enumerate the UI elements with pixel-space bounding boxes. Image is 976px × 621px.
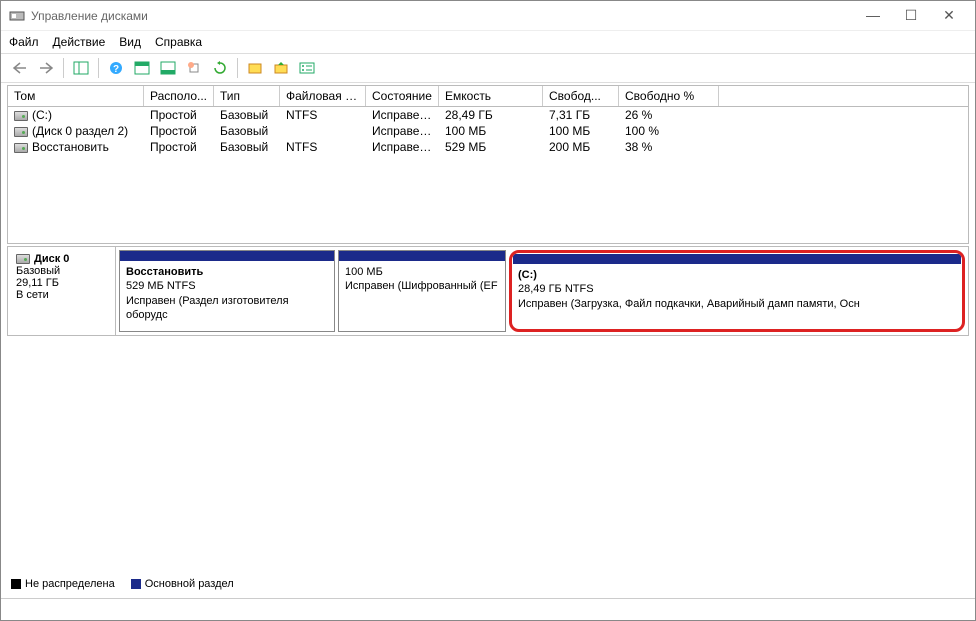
toolbar-separator bbox=[63, 58, 64, 78]
col-status[interactable]: Состояние bbox=[366, 86, 439, 106]
partition-status: Исправен (Шифрованный (EF bbox=[345, 279, 499, 293]
table-header: Том Располо... Тип Файловая с... Состоян… bbox=[8, 86, 968, 107]
table-row[interactable]: (C:)ПростойБазовыйNTFSИсправен...28,49 Г… bbox=[8, 107, 968, 123]
menu-help[interactable]: Справка bbox=[155, 35, 202, 49]
refresh-button[interactable] bbox=[209, 57, 231, 79]
partition-recovery[interactable]: Восстановить 529 МБ NTFS Исправен (Разде… bbox=[119, 250, 335, 332]
col-layout[interactable]: Располо... bbox=[144, 86, 214, 106]
settings-top-button[interactable] bbox=[131, 57, 153, 79]
disk-info[interactable]: Диск 0 Базовый 29,11 ГБ В сети bbox=[8, 247, 116, 335]
partitions: Восстановить 529 МБ NTFS Исправен (Разде… bbox=[116, 247, 968, 335]
partition-efi[interactable]: 100 МБ Исправен (Шифрованный (EF bbox=[338, 250, 506, 332]
menubar: Файл Действие Вид Справка bbox=[1, 31, 975, 53]
drive-icon bbox=[14, 127, 28, 137]
partition-status: Исправен (Раздел изготовителя оборудс bbox=[126, 294, 328, 323]
col-type[interactable]: Тип bbox=[214, 86, 280, 106]
window-controls: — ☐ ✕ bbox=[863, 7, 967, 24]
table-row[interactable]: ВосстановитьПростойБазовыйNTFSИсправен..… bbox=[8, 139, 968, 155]
disk-capacity: 29,11 ГБ bbox=[16, 277, 107, 289]
show-hide-button[interactable] bbox=[70, 57, 92, 79]
forward-button[interactable] bbox=[35, 57, 57, 79]
svg-text:?: ? bbox=[113, 64, 119, 75]
window-title: Управление дисками bbox=[31, 9, 863, 23]
legend-primary: Основной раздел bbox=[131, 578, 234, 590]
toolbar-separator bbox=[237, 58, 238, 78]
settings-bottom-button[interactable] bbox=[157, 57, 179, 79]
menu-file[interactable]: Файл bbox=[9, 35, 39, 49]
partition-size: 28,49 ГБ NTFS bbox=[518, 282, 956, 296]
properties-button[interactable] bbox=[183, 57, 205, 79]
partition-c-highlighted[interactable]: (C:) 28,49 ГБ NTFS Исправен (Загрузка, Ф… bbox=[509, 250, 965, 332]
partition-name: Восстановить bbox=[126, 265, 328, 279]
legend-unallocated: Не распределена bbox=[11, 578, 115, 590]
col-free[interactable]: Свобод... bbox=[543, 86, 619, 106]
maximize-button[interactable]: ☐ bbox=[901, 7, 921, 24]
statusbar bbox=[1, 598, 975, 620]
disk-management-window: Управление дисками — ☐ ✕ Файл Действие В… bbox=[0, 0, 976, 621]
legend-swatch-blue bbox=[131, 579, 141, 589]
disk-panel: Диск 0 Базовый 29,11 ГБ В сети Восстанов… bbox=[7, 246, 969, 336]
partition-size: 529 МБ NTFS bbox=[126, 279, 328, 293]
partition-size: 100 МБ bbox=[345, 265, 499, 279]
disk-icon bbox=[16, 254, 30, 264]
help-button[interactable]: ? bbox=[105, 57, 127, 79]
back-button[interactable] bbox=[9, 57, 31, 79]
list-button[interactable] bbox=[296, 57, 318, 79]
folder-up-button[interactable] bbox=[270, 57, 292, 79]
disk-status: В сети bbox=[16, 289, 107, 301]
col-volume[interactable]: Том bbox=[8, 86, 144, 106]
disk-name: Диск 0 bbox=[34, 253, 69, 265]
menu-action[interactable]: Действие bbox=[53, 35, 106, 49]
minimize-button[interactable]: — bbox=[863, 7, 883, 24]
col-free-pct[interactable]: Свободно % bbox=[619, 86, 719, 106]
folder-button[interactable] bbox=[244, 57, 266, 79]
table-empty-area bbox=[8, 155, 968, 243]
partition-color-bar bbox=[120, 251, 334, 261]
col-capacity[interactable]: Емкость bbox=[439, 86, 543, 106]
partition-color-bar bbox=[513, 254, 961, 264]
titlebar: Управление дисками — ☐ ✕ bbox=[1, 1, 975, 31]
app-icon bbox=[9, 8, 25, 24]
toolbar-separator bbox=[98, 58, 99, 78]
legend: Не распределена Основной раздел bbox=[11, 578, 234, 590]
partition-name: (C:) bbox=[518, 268, 956, 282]
partition-color-bar bbox=[339, 251, 505, 261]
partition-status: Исправен (Загрузка, Файл подкачки, Авари… bbox=[518, 297, 956, 311]
menu-view[interactable]: Вид bbox=[119, 35, 141, 49]
table-row[interactable]: (Диск 0 раздел 2)ПростойБазовыйИсправен.… bbox=[8, 123, 968, 139]
drive-icon bbox=[14, 143, 28, 153]
col-filesystem[interactable]: Файловая с... bbox=[280, 86, 366, 106]
volume-table: Том Располо... Тип Файловая с... Состоян… bbox=[7, 85, 969, 244]
drive-icon bbox=[14, 111, 28, 121]
legend-swatch-black bbox=[11, 579, 21, 589]
disk-type: Базовый bbox=[16, 265, 107, 277]
close-button[interactable]: ✕ bbox=[939, 7, 959, 24]
toolbar: ? bbox=[1, 53, 975, 83]
